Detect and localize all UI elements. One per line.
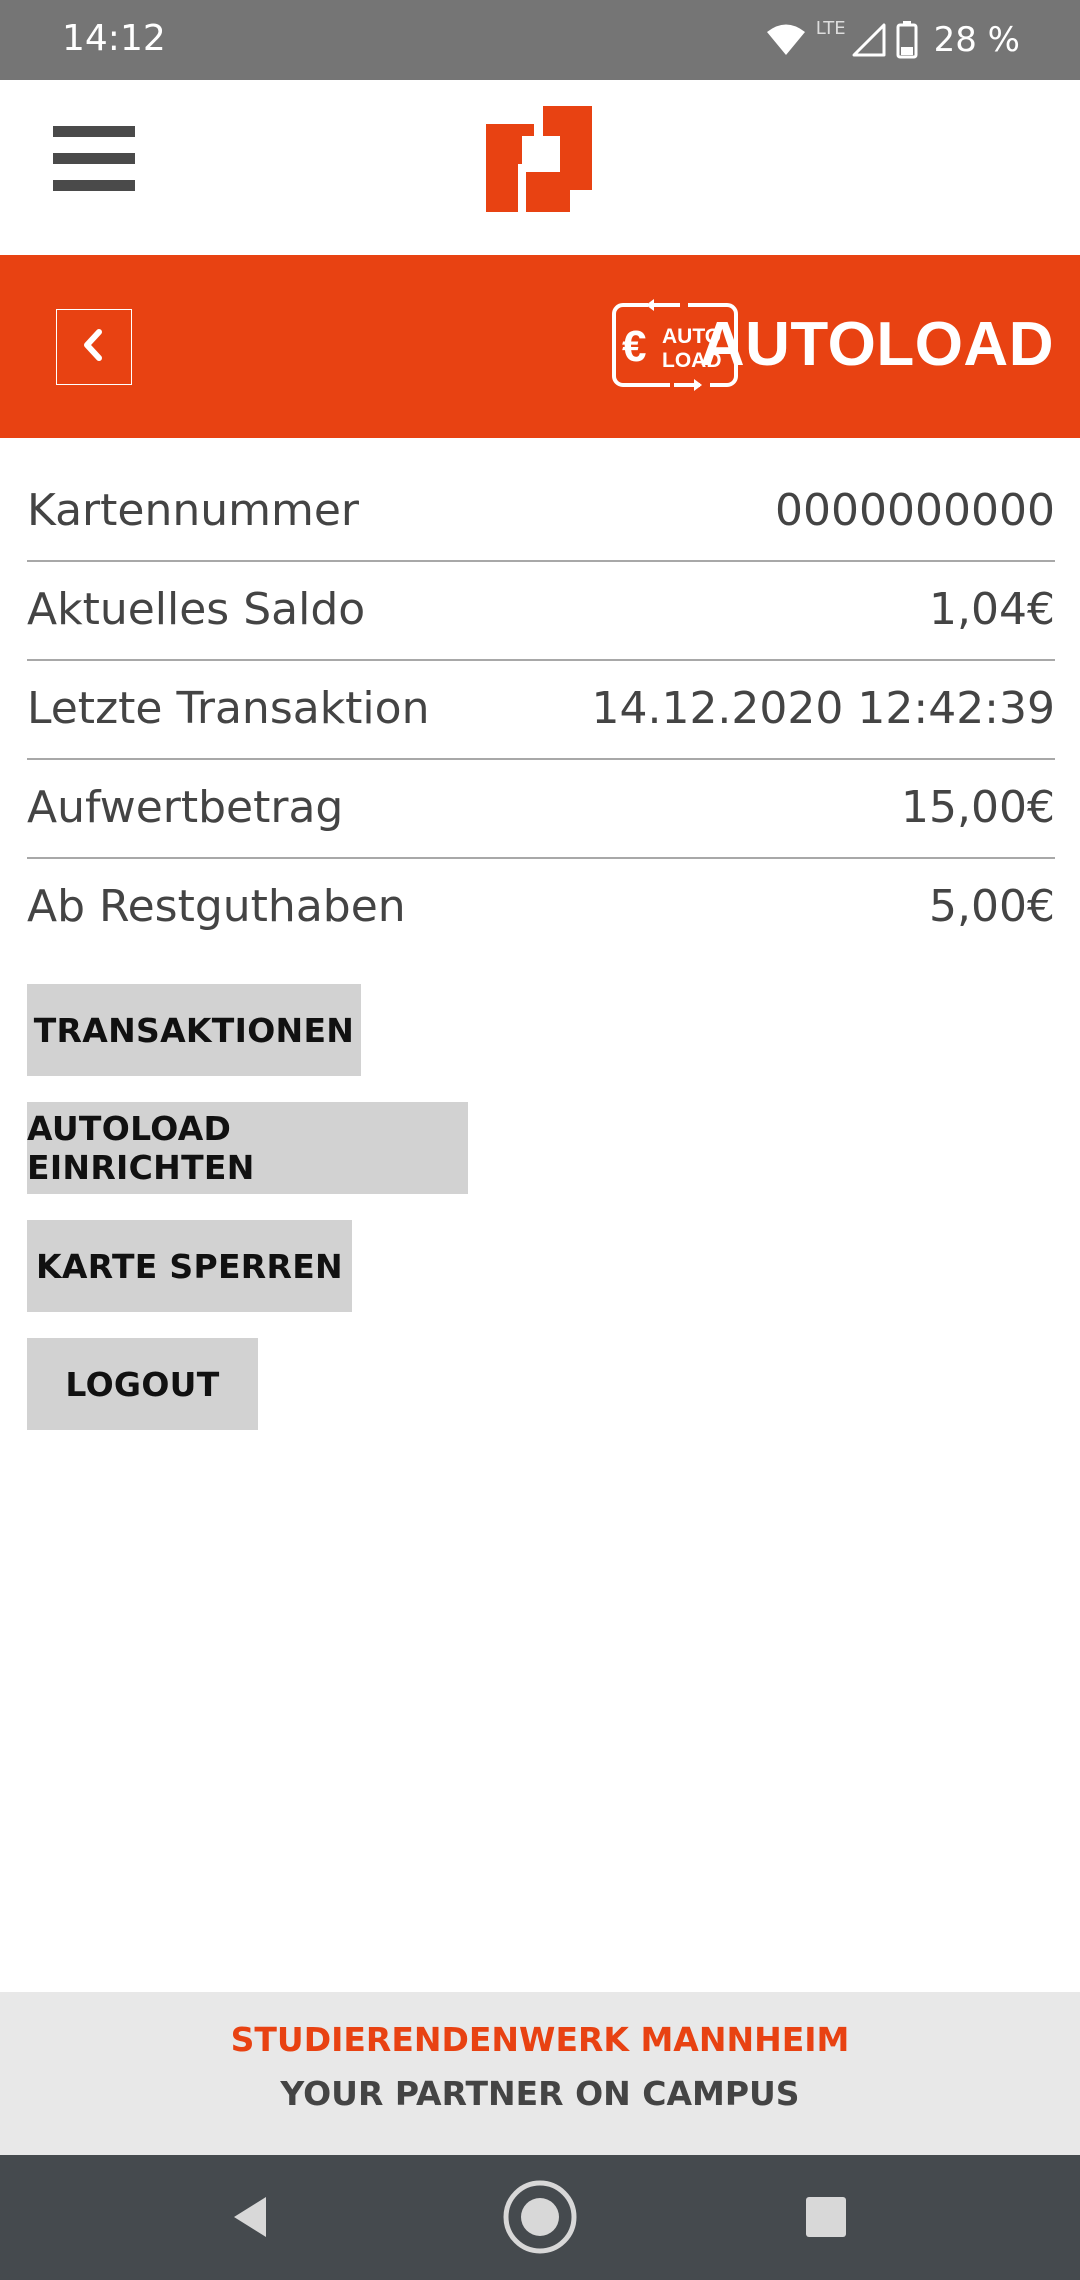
page-title: AUTOLOAD [699,310,1054,379]
autoload-setup-button[interactable]: AUTOLOAD EINRICHTEN [27,1102,468,1194]
studierendenwerk-logo-icon [486,106,592,212]
info-row-last-transaction: Letzte Transaktion 14.12.2020 12:42:39 [27,663,1055,760]
recents-square-icon[interactable] [786,2177,866,2257]
footer: STUDIERENDENWERK MANNHEIM YOUR PARTNER O… [0,1992,1080,2155]
info-value: 14.12.2020 12:42:39 [591,683,1055,734]
info-value: 5,00€ [929,881,1055,932]
chevron-left-icon [79,328,109,366]
wifi-icon [766,23,806,57]
info-label: Letzte Transaktion [27,683,430,734]
card-info-list: Kartennummer 0000000000 Aktuelles Saldo … [27,465,1055,960]
back-triangle-icon[interactable] [210,2177,290,2257]
battery-icon [896,21,918,59]
signal-icon [852,23,886,57]
network-type-label: LTE [815,17,846,39]
autoload-screen: 14:12 LTE 28 % € AUTO LOAD AUTOLOAD Kart… [0,0,1080,2280]
status-bar: 14:12 LTE 28 % [0,0,1080,80]
info-value: 0000000000 [775,485,1055,536]
footer-title: STUDIERENDENWERK MANNHEIM [230,2020,850,2059]
info-row-threshold: Ab Restguthaben 5,00€ [27,861,1055,958]
app-header [0,80,1080,255]
info-row-card-number: Kartennummer 0000000000 [27,465,1055,562]
block-card-button[interactable]: KARTE SPERREN [27,1220,352,1312]
battery-percentage: 28 % [933,20,1020,60]
logout-button[interactable]: LOGOUT [27,1338,258,1430]
hamburger-menu-icon[interactable] [53,122,135,194]
status-time: 14:12 [62,18,166,59]
svg-text:€: € [622,322,646,371]
info-label: Aktuelles Saldo [27,584,366,635]
title-bar: € AUTO LOAD AUTOLOAD [0,255,1080,438]
info-label: Ab Restguthaben [27,881,406,932]
footer-subtitle: YOUR PARTNER ON CAMPUS [280,2074,800,2113]
home-circle-icon[interactable] [500,2177,580,2257]
info-row-topup-amount: Aufwertbetrag 15,00€ [27,762,1055,859]
back-button[interactable] [56,309,132,385]
info-label: Aufwertbetrag [27,782,344,833]
info-label: Kartennummer [27,485,359,536]
info-value: 1,04€ [929,584,1055,635]
info-row-current-balance: Aktuelles Saldo 1,04€ [27,564,1055,661]
status-icons: LTE 28 % [766,14,1020,66]
info-value: 15,00€ [901,782,1055,833]
system-nav-bar [0,2155,1080,2280]
transactions-button[interactable]: TRANSAKTIONEN [27,984,361,1076]
